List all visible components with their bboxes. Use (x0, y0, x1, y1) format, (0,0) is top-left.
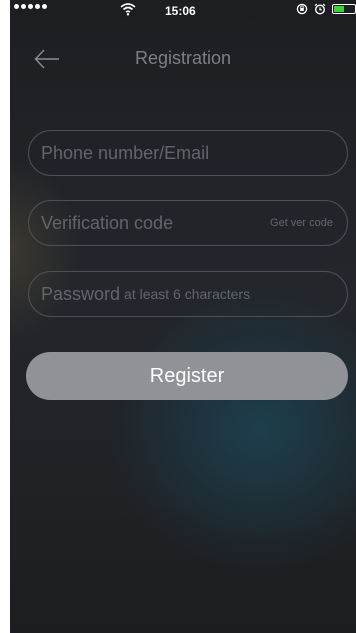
alarm-icon (314, 3, 326, 15)
wifi-icon (120, 3, 136, 16)
status-bar: 15:06 (10, 0, 356, 20)
password-hint: at least 6 characters (124, 286, 251, 302)
registration-screen: 15:06 Registration Get ver code (10, 0, 356, 633)
status-right-icons (296, 3, 356, 15)
verification-code-input[interactable] (41, 212, 271, 234)
phone-email-input[interactable] (41, 142, 333, 164)
register-button[interactable]: Register (26, 352, 348, 400)
verification-code-field[interactable]: Get ver code (28, 200, 348, 246)
password-placeholder: Password (41, 283, 121, 304)
page-title: Registration (134, 48, 232, 68)
phone-email-field[interactable] (28, 130, 348, 176)
password-field[interactable]: Password at least 6 characters (28, 271, 348, 317)
battery-icon (332, 4, 356, 14)
get-verification-code-button[interactable]: Get ver code (270, 217, 333, 229)
rotation-lock-icon (296, 3, 308, 15)
status-time: 15:06 (165, 4, 196, 18)
signal-strength-icon (14, 4, 47, 9)
